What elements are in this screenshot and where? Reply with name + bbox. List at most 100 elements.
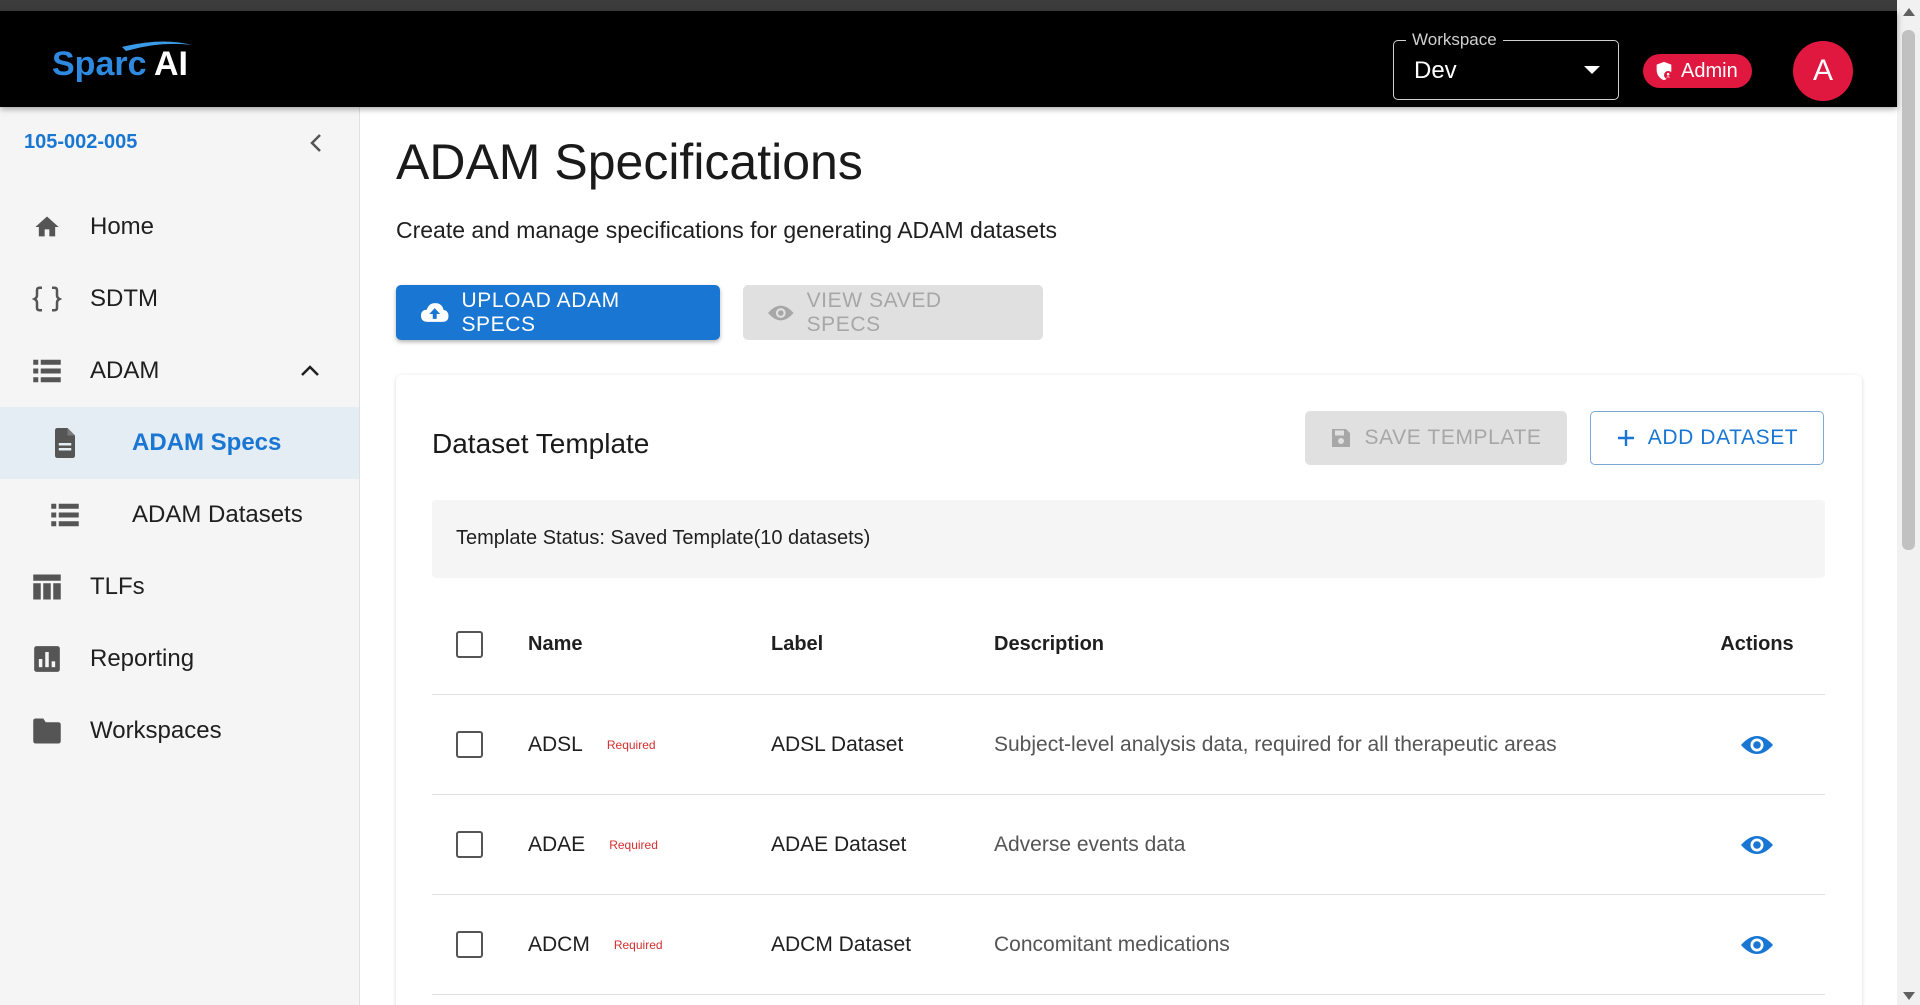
row-checkbox-cell [456, 695, 483, 794]
table-icon [32, 572, 62, 602]
main-content: ADAM Specifications Create and manage sp… [360, 107, 1897, 1005]
plus-icon [1617, 430, 1634, 446]
view-dataset-button[interactable] [1702, 895, 1812, 994]
admin-label: Admin [1681, 59, 1738, 82]
save-template-label: SAVE TEMPLATE [1364, 426, 1542, 449]
sidebar-item-workspaces[interactable]: Workspaces [0, 695, 359, 767]
row-checkbox-cell [456, 895, 483, 994]
page-scrollbar[interactable] [1897, 0, 1920, 1005]
caret-down-icon [1584, 66, 1600, 74]
page-subtitle: Create and manage specifications for gen… [396, 217, 1057, 243]
sidebar-item-tlfs[interactable]: TLFs [0, 551, 359, 623]
column-header-description[interactable]: Description [994, 595, 1104, 694]
study-id[interactable]: 105-002-005 [24, 131, 137, 154]
dataset-label: ADCM Dataset [771, 932, 912, 956]
view-dataset-button[interactable] [1702, 695, 1812, 794]
table-header-row: Name Label Description Actions [432, 595, 1825, 695]
dataset-name: ADAE [528, 832, 586, 856]
row-checkbox[interactable] [456, 931, 483, 958]
page-title: ADAM Specifications [396, 134, 863, 190]
required-badge: Required [613, 937, 663, 952]
dataset-template-card: Dataset Template SAVE TEMPLATE ADD DATAS… [396, 375, 1862, 1005]
workspace-select[interactable]: Workspace Dev [1393, 29, 1619, 100]
save-icon [1332, 429, 1351, 447]
user-avatar[interactable]: A [1793, 41, 1853, 101]
select-all-cell [456, 595, 483, 694]
eye-icon [1741, 935, 1773, 954]
eye-icon [767, 305, 794, 320]
card-title: Dataset Template [432, 428, 650, 459]
sidebar-item-label: ADAM Specs [132, 429, 282, 456]
row-checkbox-cell [456, 795, 483, 894]
cloud-upload-icon [420, 302, 449, 322]
svg-text:Sparc: Sparc [52, 45, 147, 83]
row-checkbox[interactable] [456, 731, 483, 758]
admin-badge[interactable]: Admin [1643, 54, 1752, 88]
upload-adam-specs-label: UPLOAD ADAM SPECS [461, 288, 620, 336]
required-badge: Required [609, 837, 658, 852]
row-checkbox[interactable] [456, 831, 483, 858]
sidebar-item-label: Workspaces [90, 717, 222, 744]
sidebar-item-label: TLFs [90, 573, 145, 600]
admin-shield-icon [1656, 61, 1673, 81]
dataset-description: Subject-level analysis data, required fo… [994, 732, 1557, 756]
required-badge: Required [606, 737, 656, 752]
select-all-checkbox[interactable] [456, 631, 483, 658]
add-dataset-button[interactable]: ADD DATASET [1590, 411, 1824, 465]
chevron-up-icon[interactable] [298, 359, 322, 383]
dataset-name: ADCM [528, 932, 590, 956]
sidebar-item-label: Reporting [90, 645, 195, 672]
sidebar-item-home[interactable]: Home [0, 191, 359, 263]
sidebar-item-sdtm[interactable]: SDTM [0, 263, 359, 335]
dataset-description: Concomitant medications [994, 932, 1230, 956]
app-header: Sparc AI Workspace Dev Admin A [0, 11, 1897, 107]
add-dataset-label: ADD DATASET [1647, 426, 1799, 449]
scroll-up-arrow-icon[interactable] [1903, 8, 1915, 16]
list-icon [50, 500, 80, 530]
dataset-name-cell: ADCM Required [528, 895, 663, 994]
document-icon [50, 428, 80, 458]
eye-icon [1741, 735, 1773, 754]
view-saved-specs-button[interactable]: VIEW SAVED SPECS [743, 285, 1043, 340]
dataset-name: ADSL [528, 732, 583, 756]
sidebar-item-adam[interactable]: ADAM [0, 335, 359, 407]
dataset-name-cell: ADSL Required [528, 695, 656, 794]
eye-icon [1741, 835, 1773, 854]
svg-text:AI: AI [154, 45, 188, 83]
view-dataset-button[interactable] [1702, 795, 1812, 894]
sidebar-item-adam-specs[interactable]: ADAM Specs [0, 407, 359, 479]
sidebar-item-label: SDTM [90, 285, 158, 312]
home-icon [32, 212, 62, 242]
braces-icon [32, 284, 62, 314]
table-row[interactable]: ADAE Required ADAE Dataset Adverse event… [432, 795, 1825, 895]
dataset-description: Adverse events data [994, 832, 1186, 856]
sidebar: 105-002-005 Home SDTM ADAM ADAM Specs AD… [0, 107, 360, 1005]
sidebar-item-label: ADAM [90, 357, 160, 384]
dataset-name-cell: ADAE Required [528, 795, 658, 894]
sidebar-item-label: ADAM Datasets [132, 501, 303, 528]
view-saved-specs-label: VIEW SAVED SPECS [806, 288, 942, 336]
scroll-down-arrow-icon[interactable] [1903, 992, 1915, 1000]
sidebar-item-label: Home [90, 213, 155, 240]
column-header-label[interactable]: Label [771, 595, 823, 694]
workspace-legend: Workspace [1406, 29, 1503, 51]
table-row[interactable]: ADCM Required ADCM Dataset Concomitant m… [432, 895, 1825, 995]
upload-adam-specs-button[interactable]: UPLOAD ADAM SPECS [396, 285, 720, 340]
template-status-text: Template Status: Saved Template(10 datas… [456, 527, 871, 549]
bar-chart-icon [32, 644, 62, 674]
browser-top-strip [0, 0, 1920, 11]
save-template-button[interactable]: SAVE TEMPLATE [1305, 411, 1567, 465]
sidebar-item-adam-datasets[interactable]: ADAM Datasets [0, 479, 359, 551]
dataset-label: ADSL Dataset [771, 732, 904, 756]
logo-graphic: Sparc AI [52, 41, 192, 83]
sidebar-item-reporting[interactable]: Reporting [0, 623, 359, 695]
dataset-label: ADAE Dataset [771, 832, 907, 856]
folder-icon [32, 716, 62, 746]
column-header-actions: Actions [1720, 633, 1794, 655]
column-header-name[interactable]: Name [528, 595, 582, 694]
table-row[interactable]: ADSL Required ADSL Dataset Subject-level… [432, 695, 1825, 795]
sparc-ai-logo[interactable]: Sparc AI [52, 37, 212, 85]
chevron-left-icon [310, 134, 321, 152]
scrollbar-thumb[interactable] [1902, 30, 1915, 550]
collapse-sidebar-button[interactable] [304, 131, 328, 155]
